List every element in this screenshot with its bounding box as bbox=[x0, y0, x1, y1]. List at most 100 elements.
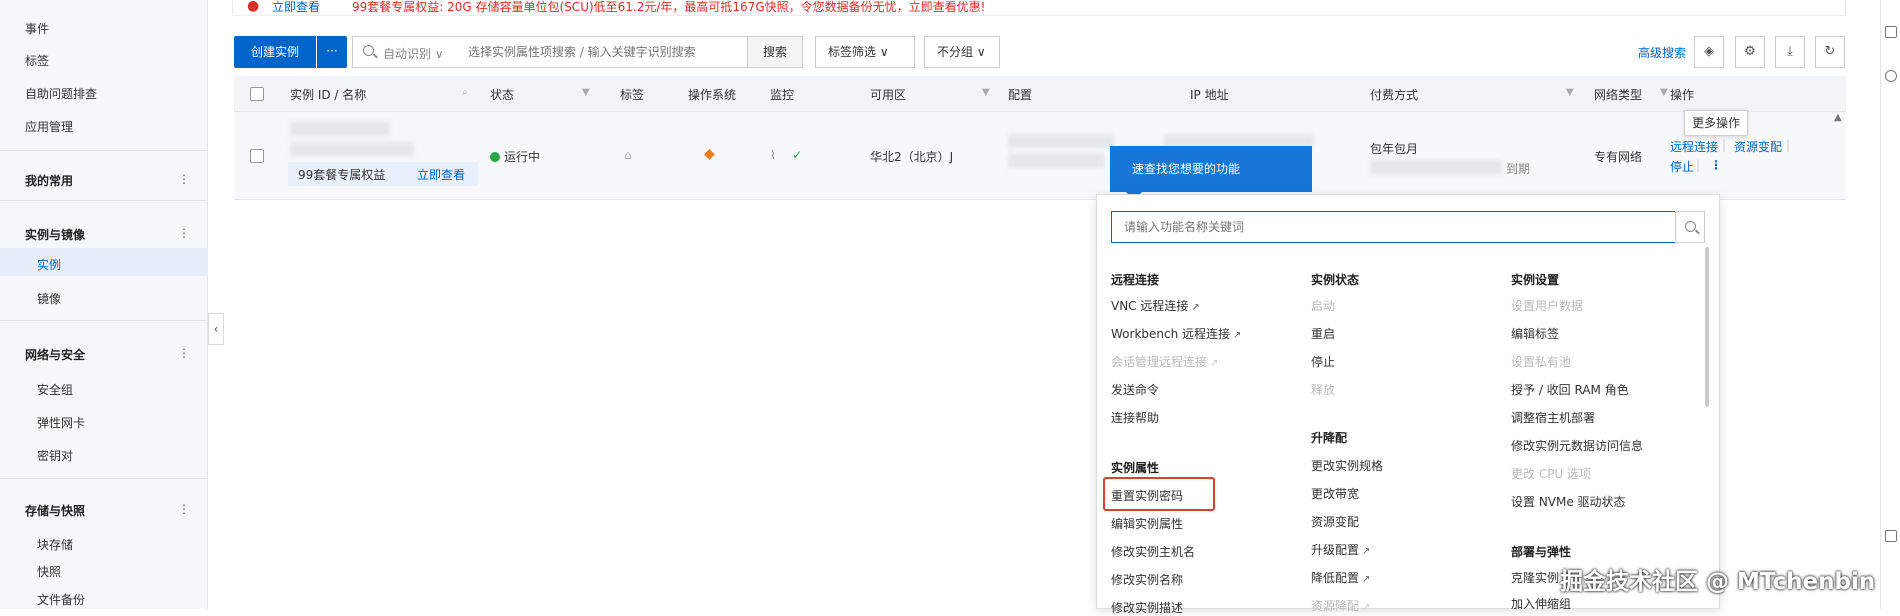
sidebar-collapse-button[interactable]: ‹ bbox=[208, 313, 224, 345]
col-header-ip: IP 地址 bbox=[1190, 88, 1229, 102]
external-link-icon: ↗ bbox=[1233, 330, 1242, 341]
sidebar-item-images[interactable]: 镜像 bbox=[37, 290, 61, 307]
create-instance-button[interactable]: 创建实例 bbox=[234, 36, 316, 68]
more-icon[interactable]: ⋮ bbox=[178, 502, 190, 516]
remote-connect-link[interactable]: 远程连接 bbox=[1670, 138, 1718, 155]
layers-icon[interactable]: ◈ bbox=[1694, 36, 1724, 68]
menu-item-downgrade[interactable]: 降低配置 ↗ bbox=[1311, 569, 1370, 586]
row-checkbox[interactable] bbox=[250, 149, 264, 163]
help-icon[interactable] bbox=[1885, 70, 1897, 82]
refresh-icon[interactable]: ↻ bbox=[1815, 36, 1845, 68]
menu-item-change-spec[interactable]: 更改实例规格 bbox=[1311, 457, 1383, 474]
menu-item-resize[interactable]: 资源变配 bbox=[1311, 513, 1359, 530]
feature-search-input[interactable] bbox=[1112, 212, 1675, 242]
menu-item-restart[interactable]: 重启 bbox=[1311, 325, 1335, 342]
menu-item-vnc[interactable]: VNC 远程连接 ↗ bbox=[1111, 297, 1200, 314]
menu-item-edit-description[interactable]: 修改实例描述 bbox=[1111, 599, 1183, 616]
menu-item-nvme-driver[interactable]: 设置 NVMe 驱动状态 bbox=[1511, 493, 1626, 510]
tag-filter-dropdown[interactable]: 标签筛选 ∨ bbox=[815, 36, 915, 68]
feature-search-field[interactable] bbox=[1111, 211, 1676, 243]
sidebar-item-instances[interactable]: 实例 bbox=[37, 256, 61, 273]
gear-icon[interactable]: ⚙ bbox=[1735, 36, 1765, 68]
scroll-up-icon[interactable]: ▲ bbox=[1834, 112, 1842, 123]
more-actions-button[interactable]: ··· bbox=[317, 36, 347, 68]
col-header-status: 状态 bbox=[490, 88, 515, 102]
sidebar-item-block-storage[interactable]: 块存储 bbox=[37, 536, 73, 553]
sidebar-item-app-management[interactable]: 应用管理 bbox=[25, 118, 73, 135]
menu-item-upgrade[interactable]: 升级配置 ↗ bbox=[1311, 541, 1370, 558]
menu-item-edit-properties[interactable]: 编辑实例属性 bbox=[1111, 515, 1183, 532]
menu-item-stop[interactable]: 停止 bbox=[1311, 353, 1335, 370]
search-button[interactable]: 搜索 bbox=[747, 36, 803, 68]
banner-view-link[interactable]: 立即查看 bbox=[272, 0, 320, 15]
stop-link[interactable]: 停止 bbox=[1670, 158, 1694, 175]
os-logo-icon: ◆ bbox=[704, 146, 715, 162]
instance-search[interactable]: 自动识别 ∨ bbox=[352, 36, 748, 68]
watermark: 掘金技术社区 @ MTchenbin bbox=[1560, 569, 1876, 595]
blurred-instance-id bbox=[290, 122, 390, 136]
tag-icon[interactable]: ⌂ bbox=[624, 148, 632, 162]
section-title-deploy: 部署与弹性 bbox=[1511, 545, 1572, 559]
network-value: 专有网络 bbox=[1594, 150, 1643, 164]
filter-icon[interactable]: ▼ bbox=[1660, 87, 1668, 98]
filter-icon[interactable]: ▼ bbox=[982, 87, 990, 98]
doc-icon[interactable] bbox=[1885, 26, 1897, 38]
menu-item-edit-hostname[interactable]: 修改实例主机名 bbox=[1111, 543, 1195, 560]
more-icon[interactable]: ⋮ bbox=[178, 226, 190, 240]
more-icon[interactable]: ⋮ bbox=[178, 172, 190, 186]
menu-item-change-bandwidth[interactable]: 更改带宽 bbox=[1311, 485, 1359, 502]
quick-find-tip: 速查找您想要的功能 bbox=[1110, 146, 1312, 192]
sidebar-group-network-security[interactable]: 网络与安全 bbox=[25, 346, 85, 363]
filter-icon[interactable]: ▼ bbox=[582, 87, 590, 98]
advanced-search-link[interactable]: 高级搜索 bbox=[1638, 44, 1686, 61]
more-actions-icon[interactable]: ⋮ bbox=[1710, 158, 1722, 172]
more-icon[interactable]: ⋮ bbox=[178, 346, 190, 360]
search-input[interactable] bbox=[468, 39, 738, 65]
sidebar-item-keypair[interactable]: 密钥对 bbox=[37, 447, 73, 464]
panel-scrollbar[interactable] bbox=[1705, 247, 1709, 407]
search-icon[interactable]: ⌕ bbox=[462, 87, 468, 98]
sidebar-group-storage[interactable]: 存储与快照 bbox=[25, 502, 85, 519]
sidebar-item-events[interactable]: 事件 bbox=[25, 20, 49, 37]
sidebar-item-tags[interactable]: 标签 bbox=[25, 52, 49, 69]
table-row: 运行中 ⌂ ◆ ⌇ ✓ 华北2（北京）J 包年包月 到期 专有网络 远程连接 |… bbox=[234, 112, 1846, 200]
download-icon[interactable]: ⤓ bbox=[1775, 36, 1805, 68]
menu-item-host-deployment[interactable]: 调整宿主机部署 bbox=[1511, 409, 1595, 426]
menu-item-send-command[interactable]: 发送命令 bbox=[1111, 381, 1159, 398]
menu-item-clone-instance[interactable]: 克隆实例 bbox=[1511, 569, 1559, 586]
menu-item-release: 释放 bbox=[1311, 383, 1336, 397]
col-header-billing: 付费方式 bbox=[1370, 88, 1419, 102]
menu-item-ram-role[interactable]: 授予 / 收回 RAM 角色 bbox=[1511, 381, 1629, 398]
chart-icon[interactable]: ⌇ bbox=[770, 148, 776, 162]
filter-icon[interactable]: ▼ bbox=[1566, 87, 1574, 98]
menu-item-edit-name[interactable]: 修改实例名称 bbox=[1111, 571, 1183, 588]
group-dropdown[interactable]: 不分组 ∨ bbox=[924, 36, 1000, 68]
sidebar-group-favorites[interactable]: 我的常用 bbox=[25, 172, 73, 189]
menu-item-connect-help[interactable]: 连接帮助 bbox=[1111, 409, 1159, 426]
search-icon bbox=[1685, 221, 1696, 232]
menu-item-cpu-options: 更改 CPU 选项 bbox=[1511, 467, 1592, 481]
sidebar-group-instances-images[interactable]: 实例与镜像 bbox=[25, 226, 85, 243]
section-title-properties: 实例属性 bbox=[1111, 461, 1160, 475]
menu-item-join-scaling-group[interactable]: 加入伸缩组 bbox=[1511, 595, 1571, 612]
menu-item-edit-tags[interactable]: 编辑标签 bbox=[1511, 325, 1559, 342]
blurred-config bbox=[1008, 154, 1104, 168]
shield-icon[interactable]: ✓ bbox=[792, 148, 802, 162]
search-mode-select[interactable]: 自动识别 ∨ bbox=[383, 45, 444, 62]
section-title-state: 实例状态 bbox=[1311, 273, 1360, 287]
menu-item-start: 启动 bbox=[1311, 299, 1336, 313]
table-header: 实例 ID / 名称 ⌕ 状态 ▼ 标签 操作系统 监控 可用区 ▼ 配置 IP… bbox=[234, 76, 1846, 112]
menu-item-workbench[interactable]: Workbench 远程连接 ↗ bbox=[1111, 325, 1241, 342]
feedback-icon[interactable] bbox=[1885, 530, 1897, 542]
sidebar-item-troubleshoot[interactable]: 自助问题排查 bbox=[25, 85, 97, 102]
alert-dot-icon: ● bbox=[247, 0, 260, 14]
sidebar-item-security-group[interactable]: 安全组 bbox=[37, 381, 73, 398]
select-all-checkbox[interactable] bbox=[250, 87, 264, 101]
menu-item-metadata-access[interactable]: 修改实例元数据访问信息 bbox=[1511, 437, 1643, 454]
promo-badge-link[interactable]: 立即查看 bbox=[417, 166, 465, 183]
resize-link[interactable]: 资源变配 bbox=[1734, 138, 1782, 155]
sidebar-item-file-backup[interactable]: 文件备份 bbox=[37, 591, 85, 608]
feature-search-button[interactable] bbox=[1675, 211, 1705, 243]
sidebar-item-eni[interactable]: 弹性网卡 bbox=[37, 414, 85, 431]
sidebar-item-snapshot[interactable]: 快照 bbox=[37, 563, 61, 580]
